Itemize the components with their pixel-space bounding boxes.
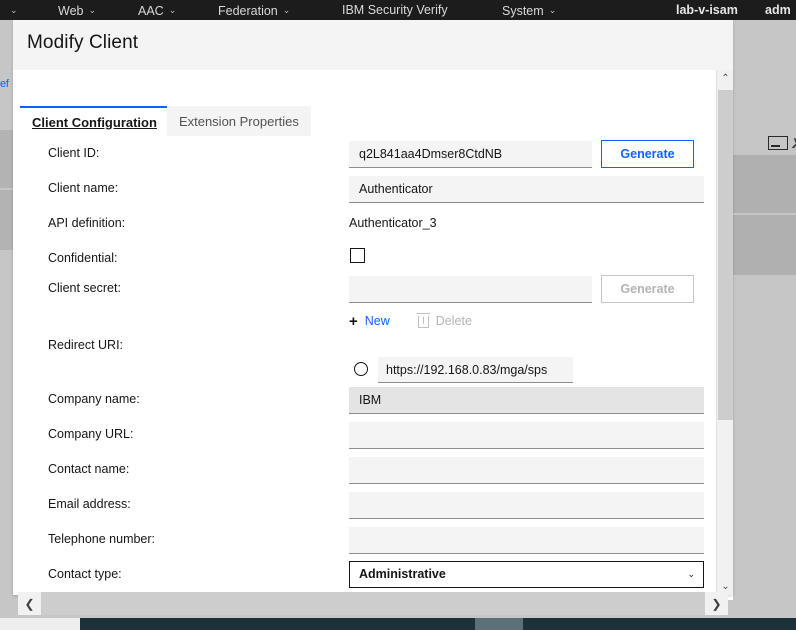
nav-item-web[interactable]: Web ⌄ bbox=[58, 1, 96, 20]
tab-client-configuration-label: Client Configuration bbox=[32, 114, 157, 130]
delete-redirect-uri-button[interactable]: Delete bbox=[416, 313, 472, 328]
nav-item-federation-label: Federation bbox=[218, 4, 278, 18]
nav-item-aac-label: AAC bbox=[138, 4, 164, 18]
dialog-vertical-scrollbar[interactable]: ⌃ ⌄ bbox=[716, 70, 733, 595]
nav-item-0[interactable]: ⌄ bbox=[5, 1, 18, 20]
generate-client-id-button[interactable]: Generate bbox=[601, 140, 694, 168]
form-row-company-name: Company name: bbox=[13, 384, 708, 419]
background-panel-segment bbox=[733, 215, 796, 275]
company-url-label: Company URL: bbox=[48, 427, 134, 441]
form-row-client-name: Client name: bbox=[13, 173, 708, 208]
new-redirect-uri-button[interactable]: + New bbox=[349, 314, 390, 329]
chevron-down-icon: ⌄ bbox=[687, 569, 695, 579]
form-row-client-id: Client ID: Generate bbox=[13, 138, 708, 173]
nav-hostname[interactable]: lab-v-isam bbox=[676, 1, 738, 19]
form-row-email-address: Email address: bbox=[13, 489, 708, 524]
scroll-left-button[interactable]: ❮ bbox=[18, 592, 41, 615]
scroll-right-button[interactable]: ❯ bbox=[705, 592, 728, 615]
dialog-body: Client Configuration Extension Propertie… bbox=[13, 70, 733, 595]
trash-icon bbox=[416, 313, 430, 328]
email-address-input[interactable] bbox=[349, 492, 704, 519]
company-url-input[interactable] bbox=[349, 422, 704, 449]
nav-item-system-label: System bbox=[502, 4, 544, 18]
company-name-label: Company name: bbox=[48, 392, 140, 406]
taskbar-left-area[interactable] bbox=[0, 618, 80, 630]
dialog-header: Modify Client bbox=[13, 20, 733, 70]
nav-item-system[interactable]: System ⌄ bbox=[502, 1, 556, 20]
generate-client-secret-button[interactable]: Generate bbox=[601, 275, 694, 303]
form-row-confidential: Confidential: bbox=[13, 243, 708, 273]
client-name-label: Client name: bbox=[48, 181, 119, 195]
modify-client-dialog: Modify Client Client Configuration Exten… bbox=[13, 20, 733, 615]
form-row-contact-name: Contact name: bbox=[13, 454, 708, 489]
nav-item-ibm-security-verify[interactable]: IBM Security Verify bbox=[342, 1, 448, 19]
api-definition-value: Authenticator_3 bbox=[349, 216, 437, 230]
redirect-uri-label: Redirect URI: bbox=[48, 338, 124, 352]
form-row-redirect-uri: Redirect URI: bbox=[13, 338, 708, 384]
chevron-down-icon: ⌄ bbox=[168, 5, 177, 15]
contact-type-value: Administrative bbox=[359, 567, 446, 581]
form-row-contact-type: Contact type: Administrative ⌄ bbox=[13, 559, 708, 594]
tab-bar: Client Configuration Extension Propertie… bbox=[20, 106, 311, 136]
contact-type-select[interactable]: Administrative ⌄ bbox=[349, 561, 704, 588]
redirect-uri-input[interactable] bbox=[378, 357, 573, 383]
api-definition-label: API definition: bbox=[48, 216, 126, 230]
background-link-fragment[interactable]: ef bbox=[0, 78, 9, 90]
chevron-down-icon: ⌄ bbox=[548, 5, 557, 15]
vertical-scroll-thumb[interactable] bbox=[718, 90, 733, 420]
card-icon bbox=[768, 136, 788, 150]
redirect-uri-radio[interactable] bbox=[354, 362, 368, 376]
form-row-company-url: Company URL: bbox=[13, 419, 708, 454]
contact-name-label: Contact name: bbox=[48, 462, 130, 476]
company-name-input[interactable] bbox=[349, 387, 704, 414]
scroll-up-button[interactable]: ⌃ bbox=[717, 70, 734, 87]
client-configuration-form: Client ID: Generate Client name: API def… bbox=[13, 138, 708, 594]
contact-name-input[interactable] bbox=[349, 457, 704, 484]
telephone-number-input[interactable] bbox=[349, 527, 704, 554]
background-panel-segment bbox=[733, 155, 796, 213]
client-id-input[interactable] bbox=[349, 141, 592, 168]
os-taskbar bbox=[0, 618, 796, 630]
background-right-panel bbox=[733, 20, 796, 600]
form-row-api-definition: API definition: Authenticator_3 bbox=[13, 208, 708, 243]
chevron-right-icon: ❯ bbox=[789, 137, 796, 150]
nav-item-federation[interactable]: Federation ⌄ bbox=[218, 1, 290, 20]
client-name-input[interactable] bbox=[349, 176, 704, 203]
confidential-checkbox[interactable] bbox=[350, 248, 365, 263]
top-navigation-bar: ⌄ Web ⌄ AAC ⌄ Federation ⌄ IBM Security Ver… bbox=[0, 0, 796, 20]
redirect-uri-toolbar: + New Delete bbox=[349, 308, 472, 334]
nav-item-web-label: Web bbox=[58, 4, 84, 18]
form-row-uri-actions: + New Delete bbox=[13, 308, 708, 342]
plus-icon: + bbox=[349, 312, 358, 330]
screen: ef ❯ ⌄ Web ⌄ AAC ⌄ Federation ⌄ IBM Securit… bbox=[0, 0, 796, 630]
telephone-number-label: Telephone number: bbox=[48, 532, 156, 546]
new-redirect-uri-label: New bbox=[364, 314, 390, 328]
form-row-telephone-number: Telephone number: bbox=[13, 524, 708, 559]
client-id-label: Client ID: bbox=[48, 146, 100, 160]
chevron-down-icon: ⌄ bbox=[88, 5, 97, 15]
taskbar-active-window[interactable] bbox=[475, 618, 523, 630]
nav-item-aac[interactable]: AAC ⌄ bbox=[138, 1, 176, 20]
dialog-horizontal-scrollbar[interactable]: ❮ ❯ bbox=[18, 592, 728, 615]
confidential-label: Confidential: bbox=[48, 251, 118, 265]
email-address-label: Email address: bbox=[48, 497, 131, 511]
tab-extension-properties[interactable]: Extension Properties bbox=[166, 106, 311, 136]
dialog-title: Modify Client bbox=[27, 32, 139, 53]
chevron-down-icon: ⌄ bbox=[282, 5, 291, 15]
chevron-down-icon: ⌄ bbox=[10, 5, 18, 15]
contact-type-label: Contact type: bbox=[48, 567, 122, 581]
client-secret-label: Client secret: bbox=[48, 281, 121, 295]
form-row-client-secret: Client secret: Generate bbox=[13, 273, 708, 308]
nav-user-menu[interactable]: adm bbox=[765, 1, 791, 19]
client-secret-input[interactable] bbox=[349, 276, 592, 303]
delete-redirect-uri-label: Delete bbox=[435, 314, 472, 328]
tab-extension-properties-label: Extension Properties bbox=[178, 113, 299, 129]
tab-client-configuration[interactable]: Client Configuration bbox=[20, 106, 167, 136]
